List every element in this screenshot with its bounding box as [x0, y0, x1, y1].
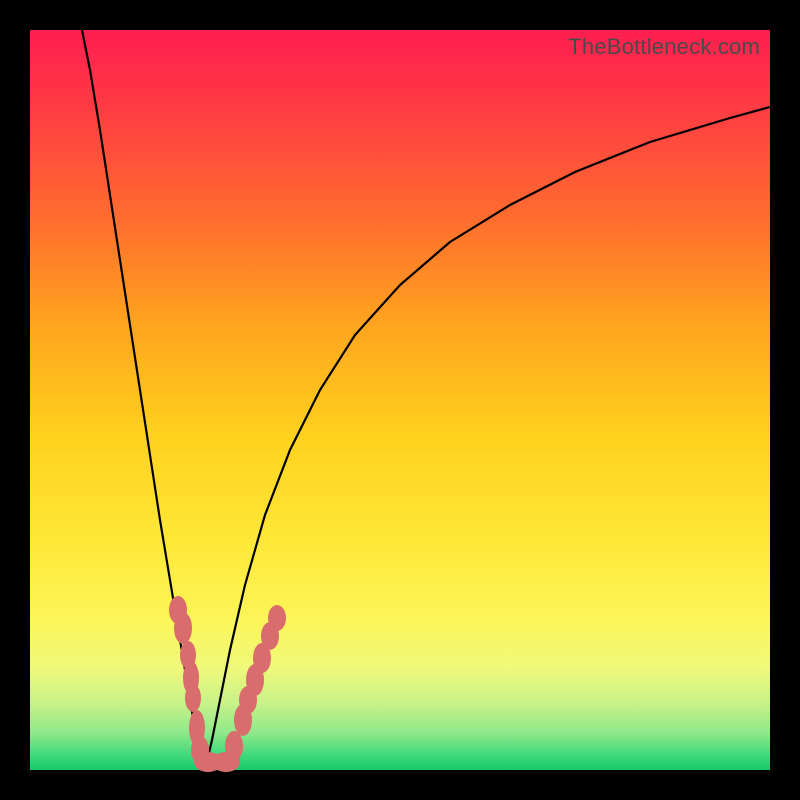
plot-area: TheBottleneck.com — [30, 30, 770, 770]
data-marker — [268, 605, 286, 631]
data-marker — [185, 684, 201, 712]
chart-frame: TheBottleneck.com — [0, 0, 800, 800]
right-branch-curve — [205, 107, 770, 770]
chart-svg — [30, 30, 770, 770]
marker-group — [169, 596, 286, 772]
data-marker — [225, 731, 243, 761]
data-marker — [174, 612, 192, 644]
